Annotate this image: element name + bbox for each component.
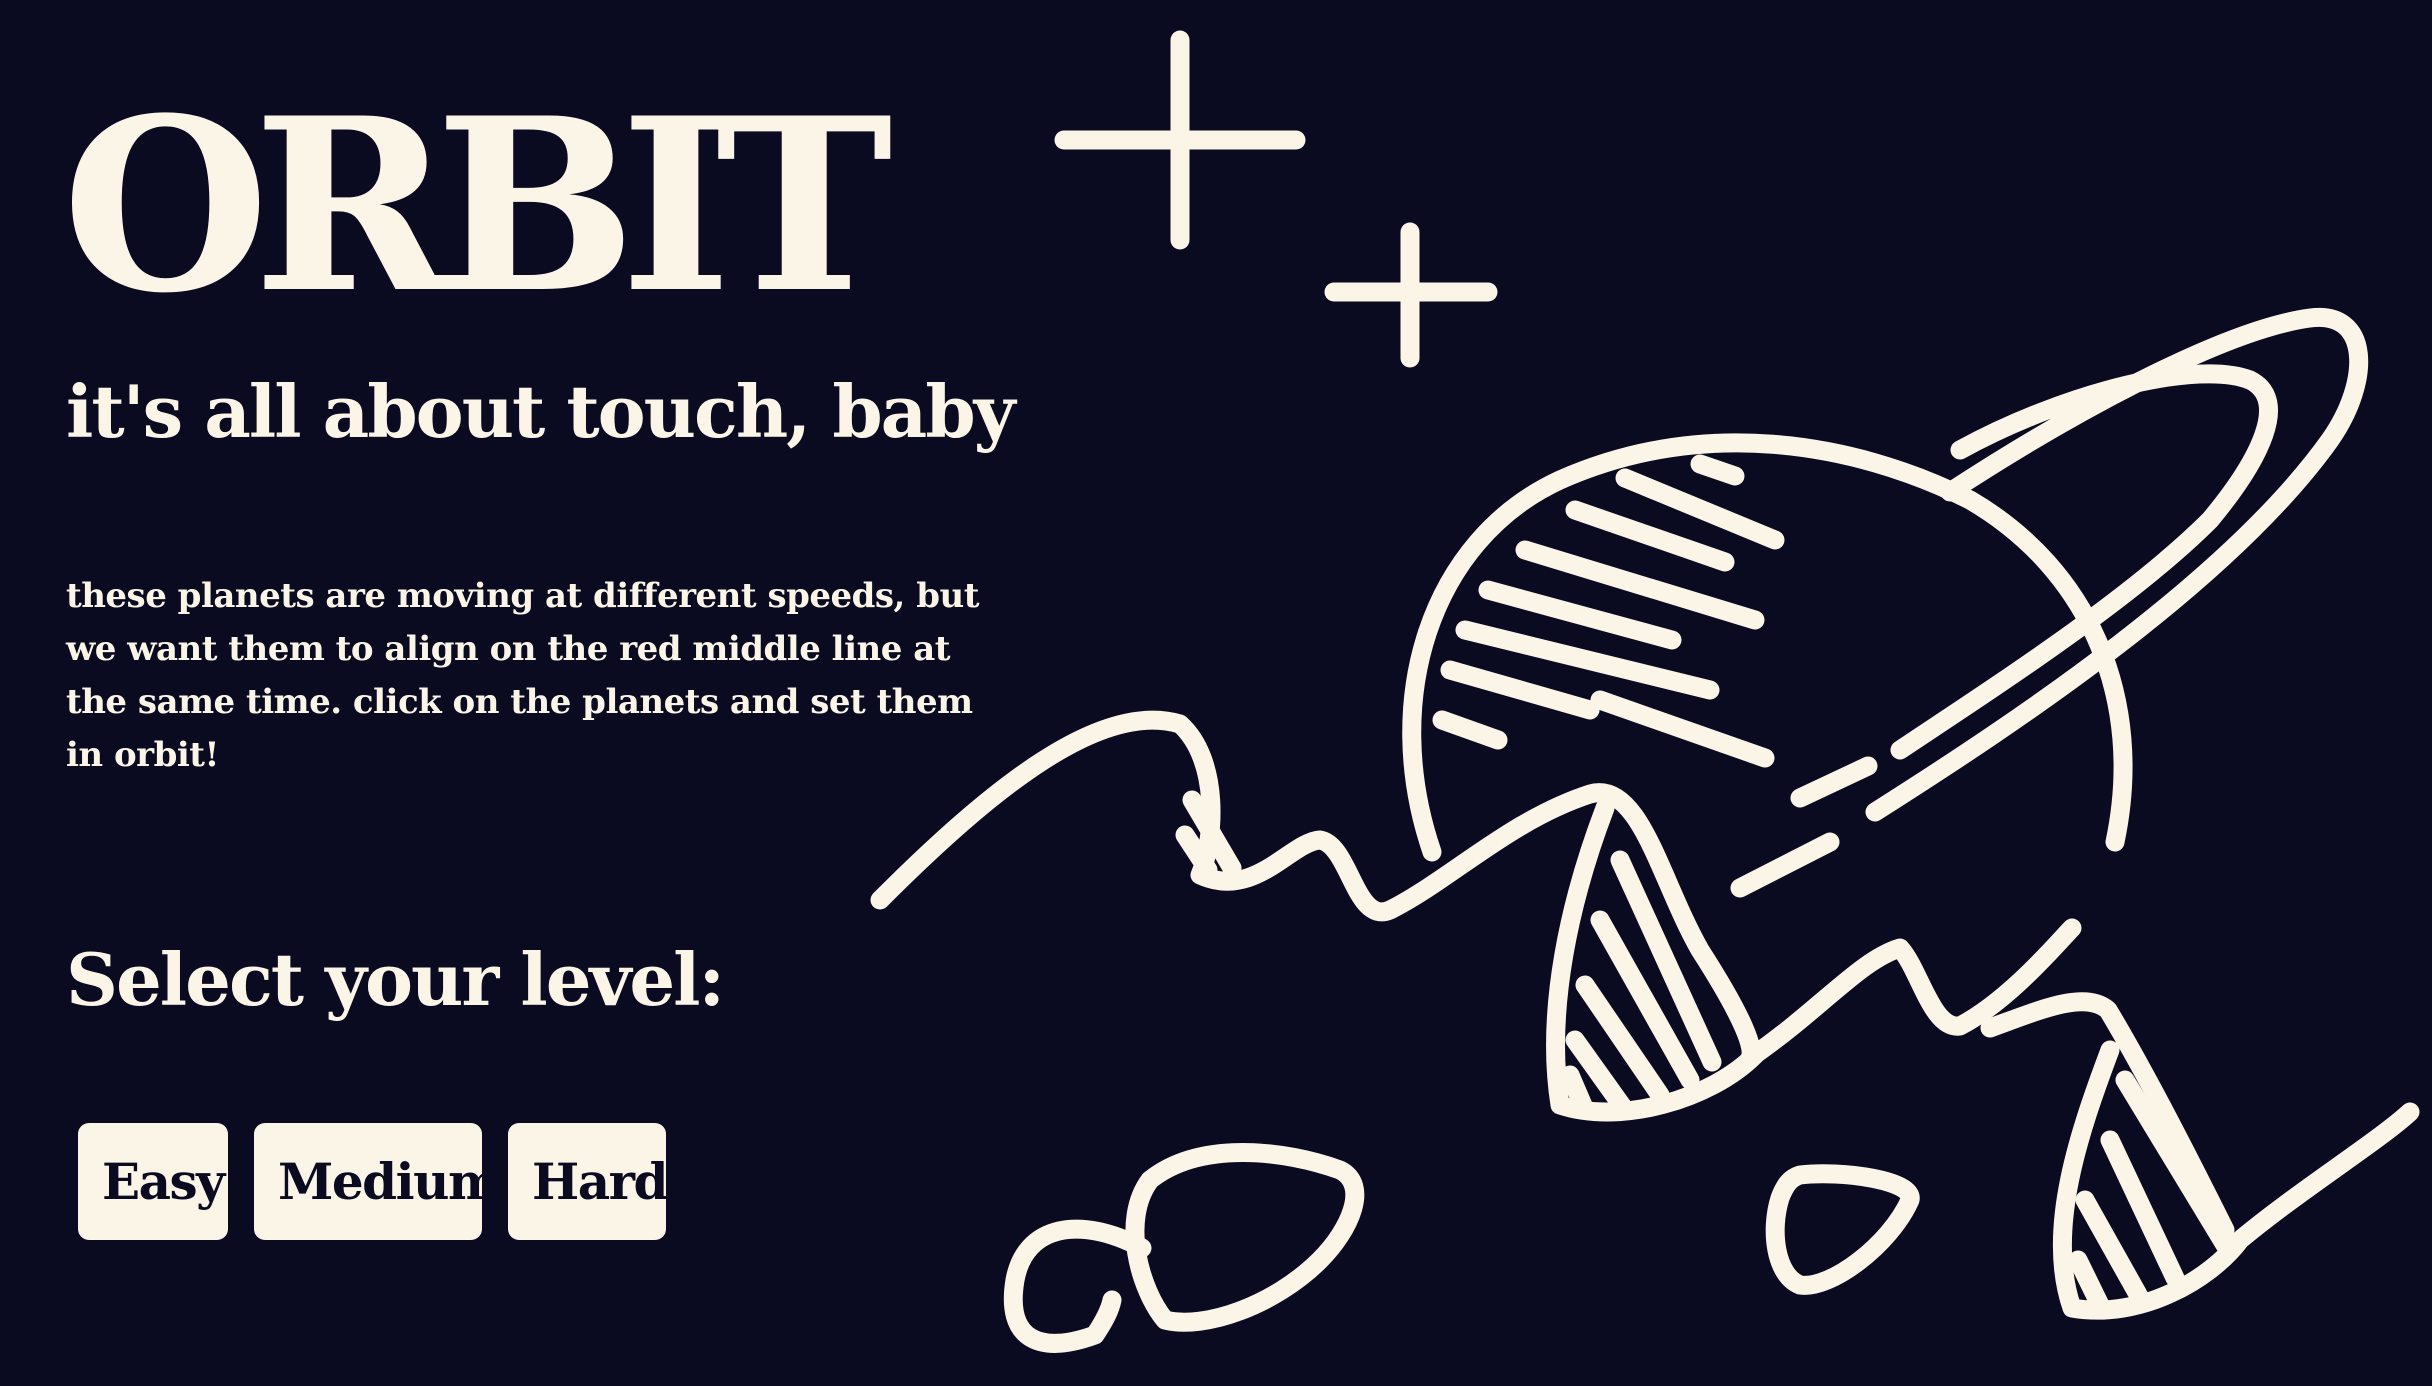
game-title: ORBIT [62, 67, 893, 346]
level-heading: Select your level: [66, 937, 725, 1022]
small-star-icon [1324, 222, 1498, 368]
level-selector: Easy Medium Hard [78, 1123, 668, 1240]
planet-shading-lines [1432, 454, 1785, 768]
rocks-icon [1003, 1143, 1920, 1353]
easy-level-button[interactable]: Easy [78, 1123, 228, 1240]
mountain-range-icon [870, 710, 2420, 1320]
game-description: these planets are moving at different sp… [66, 576, 979, 775]
orbit-start-screen: ORBIT it's all about touch, baby these p… [0, 0, 2432, 1386]
ringed-planet-icon [1402, 307, 2369, 898]
large-star-icon [1054, 30, 1306, 250]
medium-level-button[interactable]: Medium [254, 1123, 501, 1240]
tagline: it's all about touch, baby [66, 369, 1015, 454]
hard-level-button[interactable]: Hard [508, 1123, 668, 1240]
planet-ring [1730, 307, 2369, 898]
